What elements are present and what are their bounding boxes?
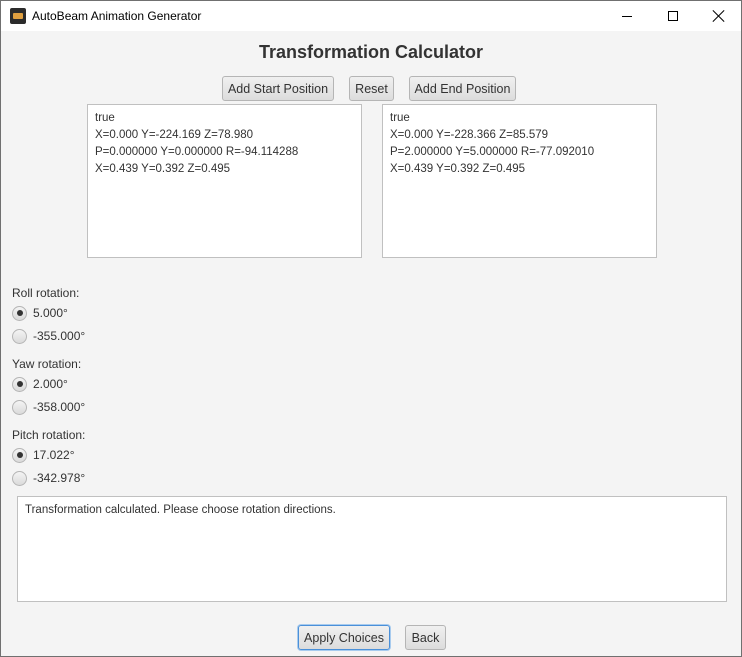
yaw-option-2[interactable]: -358.000° [12, 399, 85, 415]
start-position-textarea[interactable]: true X=0.000 Y=-224.169 Z=78.980 P=0.000… [87, 104, 362, 258]
radio-button[interactable] [12, 305, 27, 321]
end-position-textarea[interactable]: true X=0.000 Y=-228.366 Z=85.579 P=2.000… [382, 104, 657, 258]
radio-label: 17.022° [33, 448, 75, 462]
roll-rotation-label: Roll rotation: [12, 286, 80, 300]
radio-label: 5.000° [33, 306, 68, 320]
radio-label: -342.978° [33, 471, 86, 485]
add-end-position-button[interactable]: Add End Position [409, 76, 516, 101]
back-button[interactable]: Back [405, 625, 446, 650]
radio-label: 2.000° [33, 377, 68, 391]
reset-button[interactable]: Reset [349, 76, 394, 101]
title-bar: AutoBeam Animation Generator [1, 1, 741, 31]
maximize-button[interactable] [650, 1, 696, 31]
radio-button[interactable] [12, 447, 27, 463]
radio-button[interactable] [12, 376, 27, 392]
minimize-icon [622, 15, 632, 17]
roll-option-1[interactable]: 5.000° [12, 305, 68, 321]
radio-label: -358.000° [33, 400, 86, 414]
app-logo-icon [10, 8, 26, 24]
add-start-position-button[interactable]: Add Start Position [222, 76, 334, 101]
close-icon [713, 10, 725, 22]
pitch-rotation-label: Pitch rotation: [12, 428, 86, 442]
app-window: AutoBeam Animation Generator Transformat… [0, 0, 742, 657]
pitch-option-1[interactable]: 17.022° [12, 447, 75, 463]
status-textarea[interactable]: Transformation calculated. Please choose… [17, 496, 727, 602]
radio-label: -355.000° [33, 329, 86, 343]
maximize-icon [668, 11, 678, 21]
page-title: Transformation Calculator [258, 42, 484, 62]
roll-option-2[interactable]: -355.000° [12, 328, 85, 344]
radio-button[interactable] [12, 470, 27, 486]
radio-button[interactable] [12, 328, 27, 344]
window-title: AutoBeam Animation Generator [32, 9, 202, 23]
apply-choices-button[interactable]: Apply Choices [298, 625, 390, 650]
minimize-button[interactable] [604, 1, 650, 31]
yaw-rotation-label: Yaw rotation: [12, 357, 82, 371]
close-button[interactable] [696, 1, 742, 31]
pitch-option-2[interactable]: -342.978° [12, 470, 85, 486]
radio-button[interactable] [12, 399, 27, 415]
yaw-option-1[interactable]: 2.000° [12, 376, 68, 392]
